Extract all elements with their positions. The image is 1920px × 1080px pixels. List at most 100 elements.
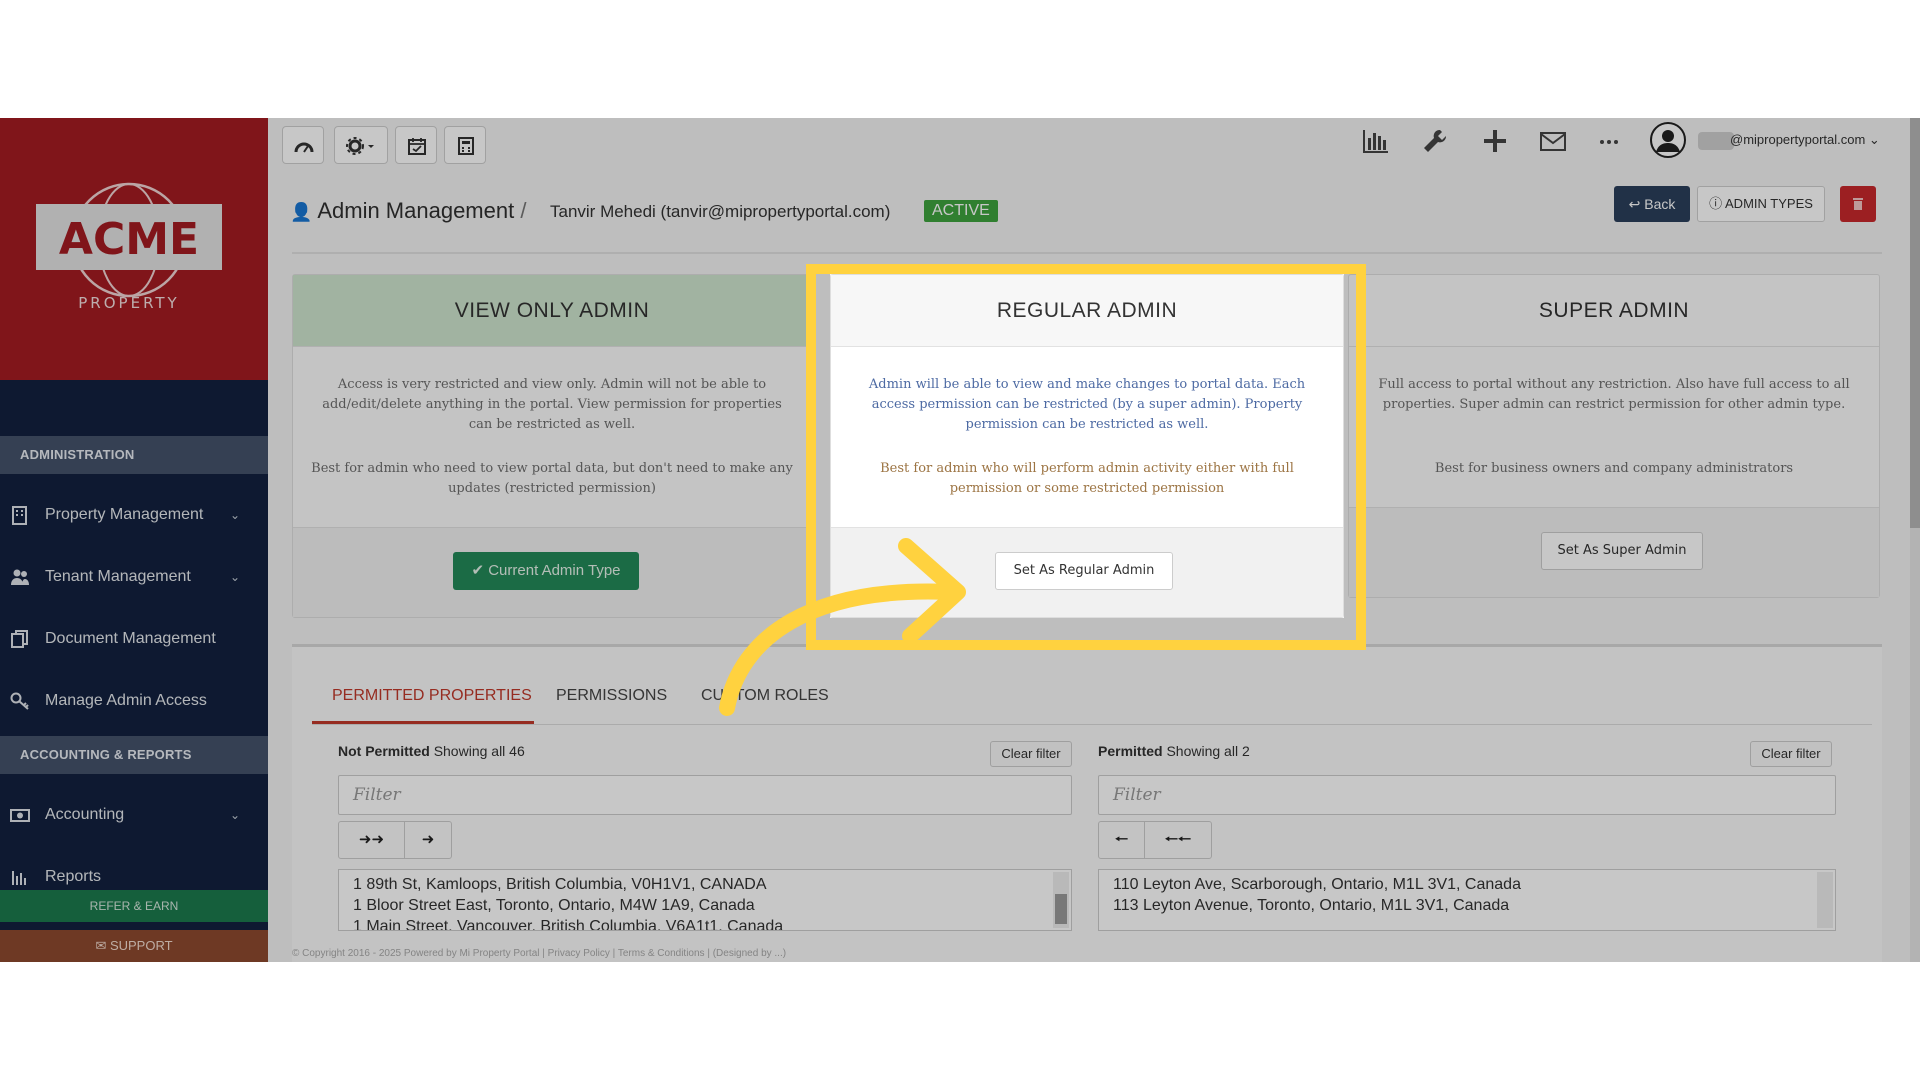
tab-permitted-properties[interactable]: PERMITTED PROPERTIES (332, 687, 532, 705)
support-label: SUPPORT (109, 938, 173, 953)
user-email: @mipropertyportal.com (1730, 132, 1866, 147)
acme-logo[interactable]: ACME PROPERTY (34, 182, 224, 312)
move-right-button[interactable]: ➜ (405, 822, 451, 858)
check-icon: ✔ (471, 562, 485, 579)
calendar-icon (408, 138, 426, 155)
card-title: VIEW ONLY ADMIN (293, 275, 811, 347)
current-admin-type-button[interactable]: ✔ Current Admin Type (453, 552, 639, 590)
permissions-panel: PERMITTED PROPERTIES PERMISSIONS CUSTOM … (292, 644, 1882, 962)
sidebar-item-label: Property Management (45, 506, 204, 523)
list-item[interactable]: 110 Leyton Ave, Scarborough, Ontario, M1… (1113, 874, 1821, 895)
avatar[interactable] (1650, 122, 1686, 158)
scroll-thumb[interactable] (1055, 894, 1067, 924)
trash-icon (1853, 198, 1863, 210)
sidebar-item-document-management[interactable]: Document Management (0, 614, 268, 664)
card-footer: ✔ Current Admin Type (293, 527, 811, 617)
sidebar-item-label: Accounting (45, 806, 125, 823)
wrench-icon[interactable] (1420, 126, 1450, 156)
section-accounting-reports: ACCOUNTING & REPORTS (0, 736, 268, 774)
active-tab-indicator (312, 721, 534, 724)
sidebar: ACME PROPERTY ADMINISTRATION Property Ma… (0, 118, 268, 962)
not-permitted-list[interactable]: 1 89th St, Kamloops, British Columbia, V… (338, 869, 1072, 931)
sidebar-item-label: Manage Admin Access (45, 692, 207, 709)
back-label: Back (1644, 196, 1676, 212)
not-permitted-heading: Not Permitted Showing all 46 (338, 743, 525, 759)
chevron-down-icon: ⌄ (229, 508, 240, 522)
set-super-admin-button[interactable]: Set As Super Admin (1541, 532, 1703, 570)
settings-dropdown-button[interactable] (334, 126, 388, 164)
user-menu[interactable]: @mipropertyportal.com ⌄ (1730, 132, 1880, 148)
card-best-for: Best for admin who need to view portal d… (311, 461, 793, 496)
clear-filter-button-right[interactable]: Clear filter (1750, 741, 1832, 767)
permitted-list[interactable]: 110 Leyton Ave, Scarborough, Ontario, M1… (1098, 869, 1836, 931)
back-button[interactable]: ↩ Back (1614, 186, 1690, 222)
permitted-label: Permitted (1098, 743, 1163, 759)
move-all-left-button[interactable]: 🠐🠐 (1145, 822, 1211, 858)
gear-icon (346, 137, 374, 155)
permitted-count: Showing all 2 (1166, 743, 1250, 759)
title-separator: / (520, 198, 527, 223)
users-icon (11, 569, 29, 585)
plus-icon[interactable] (1480, 126, 1510, 156)
page-scrollbar[interactable] (1910, 118, 1920, 962)
support-button[interactable]: ✉ SUPPORT (0, 930, 268, 962)
clear-filter-button-left[interactable]: Clear filter (990, 741, 1072, 767)
chevron-down-icon: ⌄ (229, 808, 240, 822)
list-item[interactable]: 1 89th St, Kamloops, British Columbia, V… (353, 874, 1057, 895)
chevron-down-icon: ⌄ (1868, 132, 1880, 147)
move-buttons-left: ➜➜ ➜ (338, 821, 452, 859)
dashboard-button[interactable] (282, 126, 324, 164)
reply-icon: ↩ (1628, 196, 1641, 212)
not-permitted-count: Showing all 46 (433, 743, 525, 759)
calendar-button[interactable] (395, 126, 437, 164)
page-scroll-thumb[interactable] (1910, 118, 1920, 528)
key-icon (10, 692, 29, 710)
status-badge: ACTIVE (924, 200, 998, 222)
sidebar-item-label: Document Management (45, 630, 216, 647)
sidebar-item-label: Tenant Management (45, 568, 191, 585)
list-scrollbar[interactable] (1053, 872, 1069, 928)
bar-chart-icon[interactable] (1360, 126, 1390, 156)
regular-admin-card: REGULAR ADMIN Admin will be able to view… (830, 274, 1344, 618)
footer-copyright: © Copyright 2016 - 2025 Powered by Mi Pr… (292, 948, 787, 959)
divider (292, 252, 1882, 254)
sidebar-item-tenant-management[interactable]: Tenant Management ⌄ (0, 552, 268, 602)
filter-input-left[interactable]: Filter (338, 775, 1072, 815)
chevron-down-icon: ⌄ (229, 570, 240, 584)
dashboard-icon (294, 142, 314, 153)
card-title: REGULAR ADMIN (831, 275, 1343, 347)
filter-input-right[interactable]: Filter (1098, 775, 1836, 815)
sidebar-item-property-management[interactable]: Property Management ⌄ (0, 490, 268, 540)
admin-types-label: ADMIN TYPES (1725, 196, 1813, 211)
refer-earn-button[interactable]: REFER & EARN (0, 890, 268, 922)
sidebar-item-manage-admin-access[interactable]: Manage Admin Access (0, 676, 268, 726)
current-admin-label: Current Admin Type (488, 562, 621, 579)
list-item[interactable]: 113 Leyton Avenue, Toronto, Ontario, M1L… (1113, 895, 1821, 916)
tab-custom-roles[interactable]: CUSTOM ROLES (701, 687, 829, 705)
sidebar-item-accounting[interactable]: Accounting ⌄ (0, 790, 268, 840)
calculator-icon (458, 137, 474, 155)
move-all-right-button[interactable]: ➜➜ (339, 822, 405, 858)
mail-icon[interactable] (1538, 126, 1568, 156)
bar-chart-icon (12, 871, 26, 885)
list-item[interactable]: 1 Bloor Street East, Toronto, Ontario, M… (353, 895, 1057, 916)
super-admin-card: SUPER ADMIN Full access to portal withou… (1348, 274, 1880, 598)
permitted-heading: Permitted Showing all 2 (1098, 743, 1250, 759)
not-permitted-label: Not Permitted (338, 743, 430, 759)
calculator-button[interactable] (444, 126, 486, 164)
logo-area: ACME PROPERTY (0, 118, 268, 380)
list-item[interactable]: 1 Main Street, Vancouver, British Columb… (353, 916, 1057, 930)
svg-text:PROPERTY: PROPERTY (78, 294, 179, 312)
move-buttons-right: 🠐 🠐🠐 (1098, 821, 1212, 859)
tab-divider (312, 724, 1872, 725)
set-regular-admin-button[interactable]: Set As Regular Admin (995, 552, 1173, 590)
delete-button[interactable] (1840, 186, 1876, 222)
move-left-button[interactable]: 🠐 (1099, 822, 1145, 858)
list-scrollbar[interactable] (1817, 872, 1833, 928)
sidebar-item-label: Reports (45, 868, 102, 885)
user-icon: 👤 (290, 202, 313, 222)
more-icon[interactable] (1594, 126, 1624, 156)
info-icon: ⓘ (1709, 196, 1723, 211)
tab-permissions[interactable]: PERMISSIONS (556, 687, 667, 705)
admin-types-button[interactable]: ⓘ ADMIN TYPES (1697, 186, 1825, 222)
